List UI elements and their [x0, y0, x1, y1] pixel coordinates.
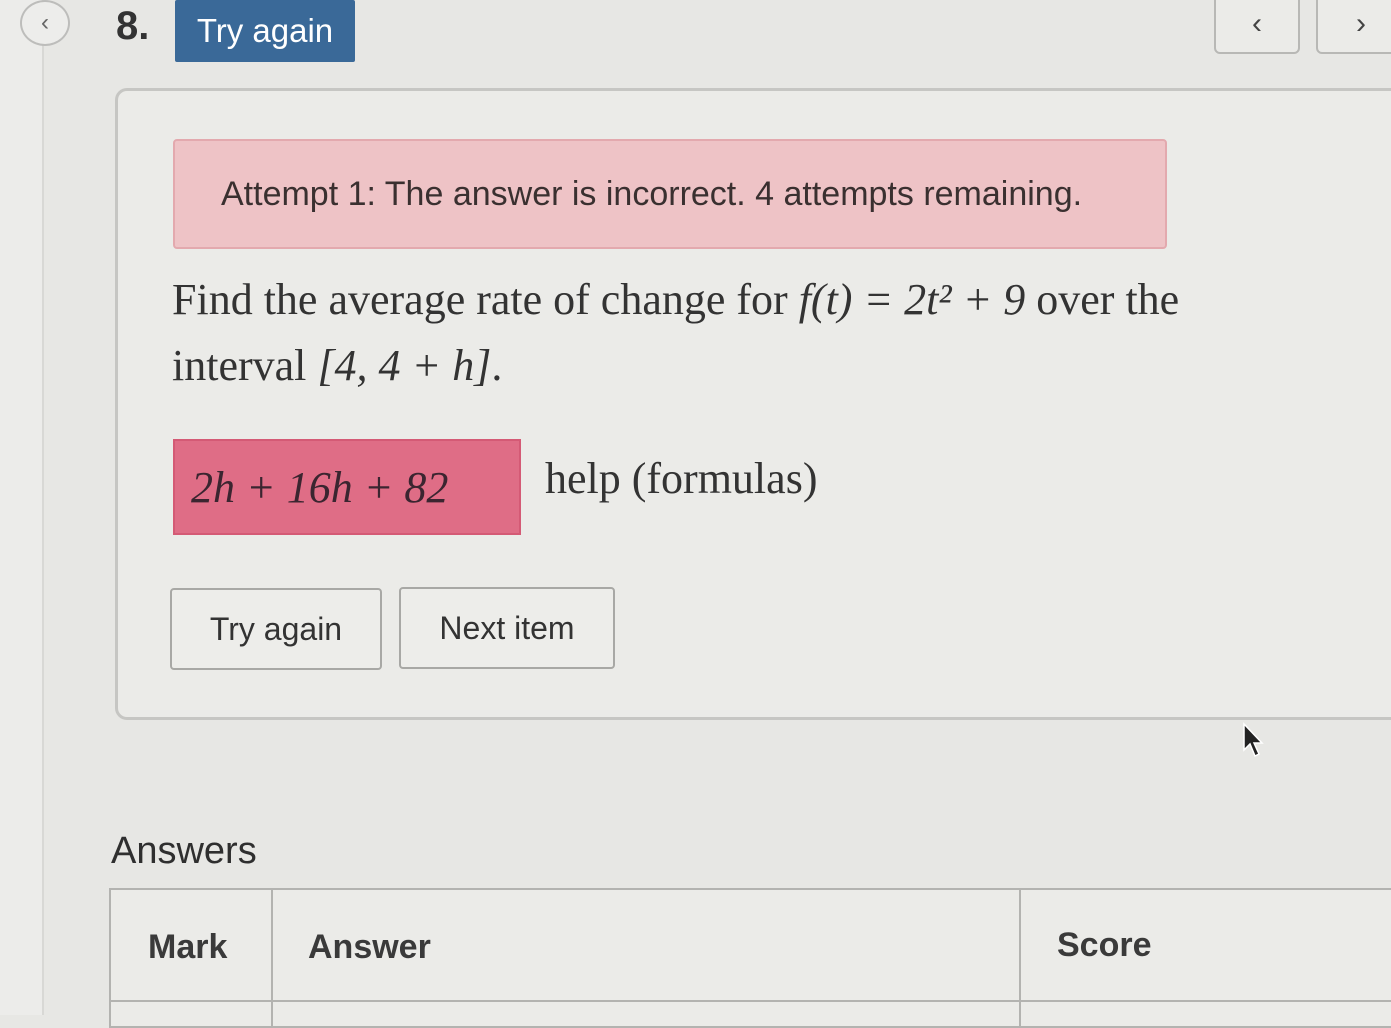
left-rail — [0, 0, 44, 1015]
answers-table: Mark Answer Score — [109, 888, 1391, 1028]
mouse-cursor-icon — [1243, 722, 1264, 758]
previous-item-button[interactable]: ‹ — [1214, 0, 1300, 54]
column-divider — [271, 890, 273, 1026]
question-card: Attempt 1: The answer is incorrect. 4 at… — [115, 88, 1391, 720]
try-again-button[interactable]: Try again — [170, 588, 382, 670]
column-divider — [1019, 890, 1021, 1026]
next-item-button[interactable]: Next item — [399, 587, 615, 669]
prompt-lead: Find the average rate of change for — [172, 275, 799, 324]
chevron-right-icon: › — [1356, 7, 1366, 40]
function-expression: f(t) = 2t² + 9 — [798, 275, 1026, 324]
help-formulas-link[interactable]: help (formulas) — [545, 453, 817, 504]
status-badge: Try again — [175, 0, 355, 62]
column-header-mark: Mark — [148, 928, 228, 966]
interval-expression: [4, 4 + h] — [317, 341, 492, 390]
prompt-end: . — [491, 341, 503, 390]
next-item-nav-button[interactable]: › — [1316, 0, 1391, 54]
answer-value: 2h + 16h + 82 — [191, 462, 449, 512]
column-header-answer: Answer — [308, 928, 431, 966]
header-row-divider — [111, 1000, 1391, 1002]
chevron-left-icon: ‹ — [41, 9, 49, 36]
item-number: 8. — [116, 4, 150, 48]
attempt-alert: Attempt 1: The answer is incorrect. 4 at… — [173, 139, 1167, 249]
question-prompt: Find the average rate of change for f(t)… — [172, 267, 1272, 399]
answers-heading: Answers — [111, 830, 257, 872]
column-header-score: Score — [1057, 926, 1152, 964]
back-button[interactable]: ‹ — [20, 0, 70, 46]
answer-input[interactable]: 2h + 16h + 82 — [173, 439, 521, 535]
chevron-left-icon: ‹ — [1252, 7, 1262, 40]
